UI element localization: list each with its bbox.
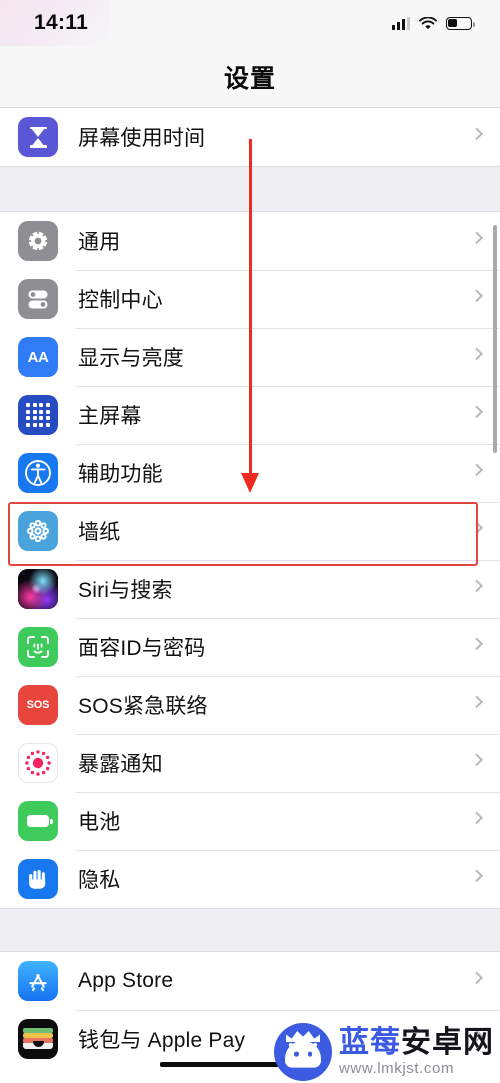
chevron-right-icon <box>470 579 484 593</box>
chevron-right-icon <box>470 811 484 825</box>
battery-fill <box>448 18 457 28</box>
settings-list: 屏幕使用时间 通用 控制中心 AA 显示与亮度 主屏幕 辅助功能 墙纸 Siri… <box>0 108 500 1068</box>
chevron-right-icon <box>470 695 484 709</box>
wallet-icon <box>18 1019 58 1059</box>
chevron-right-icon <box>470 521 484 535</box>
settings-row-home-screen[interactable]: 主屏幕 <box>0 386 500 444</box>
settings-row-label: 隐私 <box>78 869 121 892</box>
sos-icon: SOS <box>18 685 58 725</box>
chevron-right-icon <box>470 231 484 245</box>
wallpaper-flower-icon <box>18 511 58 551</box>
watermark: 蓝莓安卓网 www.lmkjst.com <box>274 1023 494 1081</box>
settings-row-battery[interactable]: 电池 <box>0 792 500 850</box>
settings-row-label: Siri与搜索 <box>78 579 173 602</box>
settings-row-label: App Store <box>78 969 174 992</box>
toggles-icon <box>18 279 58 319</box>
status-bar-clock: 14:11 <box>34 11 89 34</box>
section-separator <box>0 908 500 952</box>
app-store-icon <box>18 961 58 1001</box>
settings-row-label: 主屏幕 <box>78 405 142 428</box>
settings-row-label: 电池 <box>78 811 121 834</box>
settings-row-wallpaper[interactable]: 墙纸 <box>0 502 500 560</box>
settings-row-emergency-sos[interactable]: SOS SOS紧急联络 <box>0 676 500 734</box>
battery-icon <box>446 16 475 30</box>
settings-row-face-id-passcode[interactable]: 面容ID与密码 <box>0 618 500 676</box>
settings-row-app-store[interactable]: App Store <box>0 952 500 1010</box>
face-id-icon <box>18 627 58 667</box>
watermark-site-name-part1: 蓝莓 <box>339 1026 401 1059</box>
settings-row-accessibility[interactable]: 辅助功能 <box>0 444 500 502</box>
app-grid-icon <box>18 395 58 435</box>
battery-icon <box>18 801 58 841</box>
settings-row-label: 面容ID与密码 <box>78 637 206 660</box>
exposure-dots-icon <box>18 743 58 783</box>
settings-row-label: 辅助功能 <box>78 463 163 486</box>
chevron-right-icon <box>470 463 484 477</box>
wifi-icon <box>419 16 437 30</box>
chevron-right-icon <box>470 971 484 985</box>
chevron-right-icon <box>470 289 484 303</box>
nav-bar: 设置 <box>0 46 500 108</box>
settings-row-general[interactable]: 通用 <box>0 212 500 270</box>
settings-row-label: 通用 <box>78 231 121 254</box>
gear-icon <box>18 221 58 261</box>
settings-group-system: 通用 控制中心 AA 显示与亮度 主屏幕 辅助功能 墙纸 Siri与搜索 面容I… <box>0 212 500 908</box>
page-title: 设置 <box>223 65 276 93</box>
settings-row-label: 控制中心 <box>78 289 163 312</box>
chevron-right-icon <box>470 405 484 419</box>
settings-row-screen-time[interactable]: 屏幕使用时间 <box>0 108 500 166</box>
watermark-site-name: 蓝莓安卓网 <box>339 1028 494 1058</box>
watermark-url: www.lmkjst.com <box>339 1060 455 1077</box>
settings-group-screen-time: 屏幕使用时间 <box>0 108 500 166</box>
android-robot-crown-icon <box>274 1023 332 1081</box>
cellular-signal-icon <box>392 16 410 30</box>
chevron-right-icon <box>470 753 484 767</box>
chevron-right-icon <box>470 127 484 141</box>
status-bar-icons <box>392 16 475 30</box>
settings-row-privacy[interactable]: 隐私 <box>0 850 500 908</box>
hourglass-icon <box>18 117 58 157</box>
settings-row-label: 钱包与 Apple Pay <box>78 1029 246 1052</box>
settings-row-label: 墙纸 <box>78 521 121 544</box>
watermark-text: 蓝莓安卓网 www.lmkjst.com <box>339 1028 494 1077</box>
aa-text-icon: AA <box>18 337 58 377</box>
watermark-site-name-part2: 安卓网 <box>401 1026 494 1059</box>
hand-icon <box>18 859 58 899</box>
accessibility-icon <box>18 453 58 493</box>
chevron-right-icon <box>470 347 484 361</box>
settings-row-label: 屏幕使用时间 <box>78 127 206 150</box>
settings-row-control-center[interactable]: 控制中心 <box>0 270 500 328</box>
battery-nub <box>472 21 475 27</box>
status-bar: 14:11 <box>0 0 500 46</box>
settings-row-label: SOS紧急联络 <box>78 695 208 718</box>
settings-row-display-brightness[interactable]: AA 显示与亮度 <box>0 328 500 386</box>
settings-row-label: 暴露通知 <box>78 753 163 776</box>
chevron-right-icon <box>470 637 484 651</box>
settings-row-exposure-notifications[interactable]: 暴露通知 <box>0 734 500 792</box>
settings-row-siri-search[interactable]: Siri与搜索 <box>0 560 500 618</box>
chevron-right-icon <box>470 869 484 883</box>
section-separator <box>0 166 500 212</box>
settings-row-label: 显示与亮度 <box>78 347 184 370</box>
siri-orb-icon <box>18 569 58 609</box>
vertical-scrollbar[interactable] <box>493 225 497 453</box>
